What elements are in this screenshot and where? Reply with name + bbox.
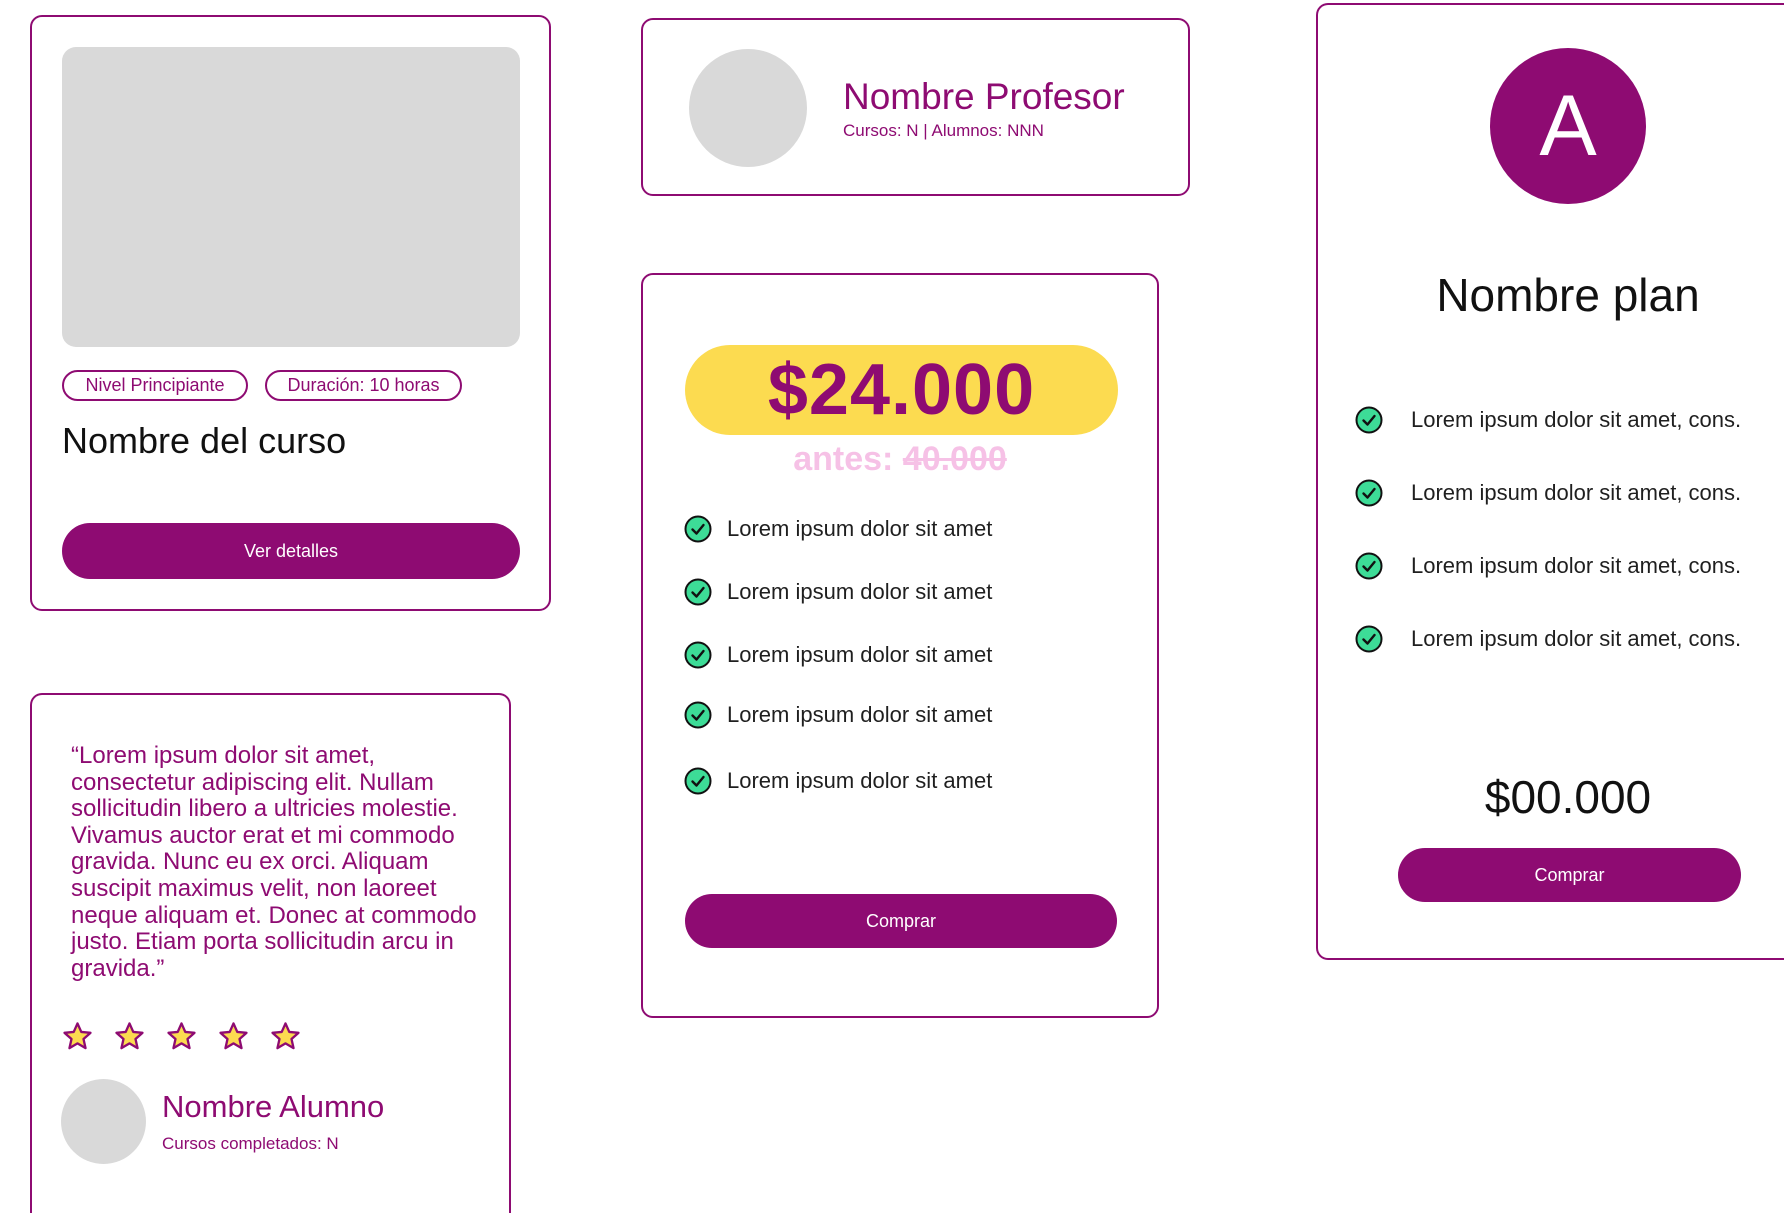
price-highlight: $24.000: [685, 345, 1118, 435]
testimonial-card: “Lorem ipsum dolor sit amet, consectetur…: [30, 693, 511, 1213]
testimonial-quote: “Lorem ipsum dolor sit amet, consectetur…: [71, 742, 477, 982]
feature-text: Lorem ipsum dolor sit amet, cons.: [1411, 553, 1742, 578]
student-avatar: [61, 1079, 146, 1164]
course-card: Nivel Principiante Duración: 10 horas No…: [30, 15, 551, 611]
feature-text: Lorem ipsum dolor sit amet: [727, 702, 993, 727]
plan-name: Nombre plan: [1436, 269, 1700, 321]
course-image-placeholder: [62, 47, 520, 347]
plan-card: A Nombre plan $00.000 Comprar Lorem ipsu…: [1316, 3, 1784, 960]
star-icon: [167, 1022, 196, 1050]
feature-text: Lorem ipsum dolor sit amet, cons.: [1411, 626, 1742, 651]
teacher-name: Nombre Profesor: [843, 76, 1125, 117]
check-circle-icon: [684, 578, 712, 606]
check-circle-icon: [1355, 625, 1383, 653]
duration-tag: Duración: 10 horas: [265, 370, 462, 401]
check-circle-icon: [684, 701, 712, 729]
check-circle-icon: [1355, 552, 1383, 580]
star-icon: [63, 1022, 92, 1050]
feature-text: Lorem ipsum dolor sit amet: [727, 579, 993, 604]
plan-avatar: A: [1490, 48, 1646, 204]
price-card: $24.000 antes: 40.000 Comprar Lorem ipsu…: [641, 273, 1159, 1018]
plan-buy-button[interactable]: Comprar: [1398, 848, 1741, 902]
student-courses-completed: Cursos completados: N: [162, 1134, 339, 1153]
check-circle-icon: [684, 515, 712, 543]
plan-price: $00.000: [1484, 771, 1652, 823]
previous-price-label: antes:: [793, 440, 903, 478]
previous-price: antes: 40.000: [643, 440, 1157, 479]
feature-text: Lorem ipsum dolor sit amet: [727, 516, 993, 541]
student-name: Nombre Alumno: [162, 1089, 385, 1124]
check-circle-icon: [684, 641, 712, 669]
check-circle-icon: [1355, 406, 1383, 434]
star-icon: [271, 1022, 300, 1050]
star-icon: [219, 1022, 248, 1050]
feature-text: Lorem ipsum dolor sit amet: [727, 768, 993, 793]
teacher-stats: Cursos: N | Alumnos: NNN: [843, 121, 1044, 140]
check-circle-icon: [1355, 479, 1383, 507]
previous-price-value: 40.000: [902, 440, 1007, 478]
feature-text: Lorem ipsum dolor sit amet, cons.: [1411, 480, 1742, 505]
teacher-card: Nombre Profesor Cursos: N | Alumnos: NNN: [641, 18, 1190, 196]
course-title: Nombre del curso: [62, 420, 347, 461]
price-value: $24.000: [767, 350, 1036, 430]
feature-text: Lorem ipsum dolor sit amet: [727, 642, 993, 667]
star-icon: [115, 1022, 144, 1050]
feature-text: Lorem ipsum dolor sit amet, cons.: [1411, 407, 1742, 432]
teacher-avatar: [689, 49, 807, 167]
buy-button[interactable]: Comprar: [685, 894, 1117, 948]
level-tag: Nivel Principiante: [62, 370, 248, 401]
rating-stars: [62, 1021, 301, 1052]
check-circle-icon: [684, 767, 712, 795]
view-details-button[interactable]: Ver detalles: [62, 523, 520, 579]
